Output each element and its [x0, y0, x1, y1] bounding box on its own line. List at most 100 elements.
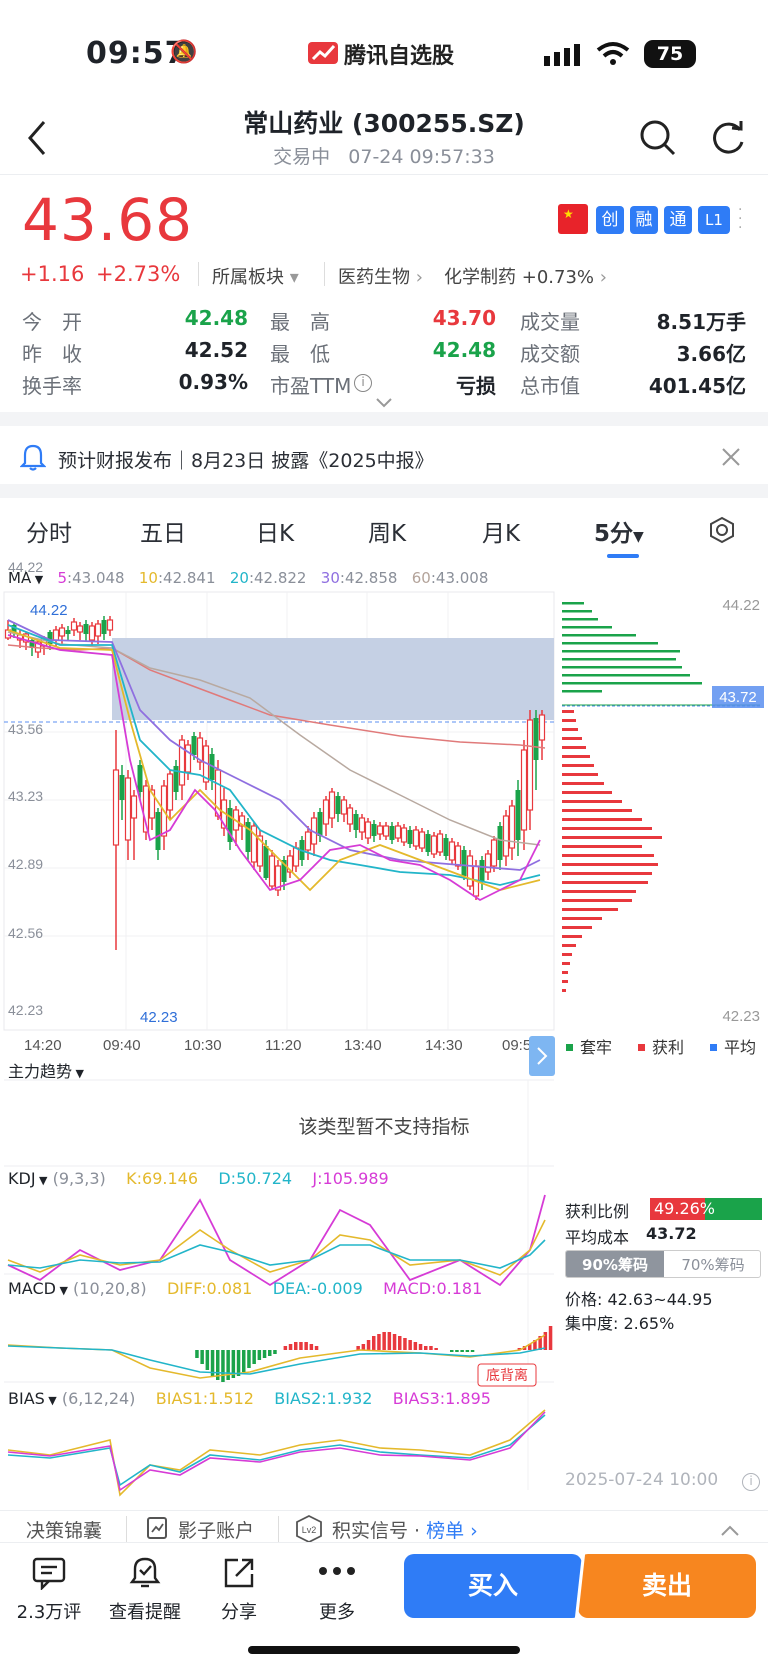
- bias1: BIAS1:1.512: [155, 1389, 254, 1408]
- profile-bar-trapped: [562, 674, 690, 677]
- badge-tong[interactable]: 通: [664, 206, 692, 234]
- profile-bar-trapped: [562, 690, 602, 693]
- candle-body: [454, 845, 462, 867]
- market-cap-label: 总市值: [520, 374, 580, 398]
- info-icon[interactable]: i: [354, 374, 372, 392]
- kdj-params: (9,3,3): [52, 1169, 106, 1188]
- chart-settings-button[interactable]: [708, 516, 736, 548]
- profit-ratio-value: 49.26%: [654, 1199, 716, 1218]
- macd-legend[interactable]: MACD ▼ (10,20,8) DIFF:0.081 DEA:-0.009 M…: [8, 1279, 482, 1298]
- close-notice-button[interactable]: [720, 446, 742, 472]
- profile-bar-profit: [562, 845, 642, 848]
- price-change: +1.16: [20, 262, 85, 286]
- sector-link-1[interactable]: 医药生物 ›: [338, 263, 423, 289]
- profile-bar-profit: [562, 935, 582, 938]
- candle-body: [328, 791, 336, 819]
- candle-body: [461, 850, 467, 876]
- candle-body: [484, 853, 492, 873]
- tab-5min[interactable]: 5分▼: [594, 514, 644, 548]
- profile-bar-profit: [562, 746, 586, 749]
- profile-bar-profit: [562, 971, 568, 974]
- more-label[interactable]: 更多: [292, 1598, 382, 1624]
- candle-body: [101, 620, 107, 634]
- candle-body: [76, 625, 84, 633]
- macd-hist-bar: [283, 1346, 288, 1350]
- sector-dropdown[interactable]: 所属板块 ▾: [212, 263, 299, 289]
- decision-link[interactable]: 决策锦囊: [26, 1516, 102, 1543]
- chip-percent-toggle[interactable]: 90%筹码 70%筹码: [565, 1250, 761, 1278]
- share-icon[interactable]: [222, 1556, 256, 1594]
- tab-five-day[interactable]: 五日: [140, 514, 186, 548]
- kdj-k-line: [7, 1219, 546, 1276]
- pe-value: 亏损: [456, 374, 496, 398]
- collapse-chevron-icon[interactable]: [720, 1522, 740, 1541]
- legend-trapped: 套牢: [580, 1039, 612, 1057]
- badge-chuang[interactable]: 创: [596, 206, 624, 234]
- profile-bar-trapped: [562, 618, 598, 621]
- macd-hist-bar: [372, 1336, 376, 1350]
- macd-hist-bar: [252, 1350, 256, 1364]
- main-force-dropdown[interactable]: 主力趋势 ▼: [8, 1058, 84, 1082]
- shadow-account-link[interactable]: 影子账户: [178, 1516, 254, 1543]
- sector-link-2[interactable]: 化学制药 +0.73% ›: [444, 263, 607, 289]
- macd-hist-bar: [424, 1346, 428, 1350]
- bias-legend[interactable]: BIAS ▼ (6,12,24) BIAS1:1.512 BIAS2:1.932…: [8, 1389, 491, 1408]
- chart-scroll-handle[interactable]: [529, 1036, 555, 1076]
- open-label: 今 开: [22, 310, 82, 334]
- buy-button[interactable]: 买入: [404, 1554, 582, 1618]
- candle-body: [124, 777, 132, 841]
- badge-l1[interactable]: L1: [698, 206, 730, 234]
- alert-bell-icon[interactable]: [128, 1554, 162, 1594]
- macd-hist-bar: [455, 1350, 459, 1352]
- candle-body: [364, 821, 372, 839]
- main-chart[interactable]: 44.22 43.56 43.23 42.89 42.56 42.23 44.2…: [0, 560, 768, 1520]
- high-label: 最 高: [270, 310, 330, 334]
- profile-bar-profit: [562, 890, 636, 893]
- candle-body: [490, 839, 498, 867]
- candle-body: [479, 860, 485, 882]
- comment-icon[interactable]: [32, 1556, 66, 1594]
- kdj-legend[interactable]: KDJ ▼ (9,3,3) K:69.146 D:50.724 J:105.98…: [8, 1169, 389, 1188]
- candle-body: [58, 627, 66, 637]
- search-icon: [640, 120, 676, 156]
- signal-link[interactable]: 积实信号 · 榜单 ›: [332, 1516, 478, 1543]
- earnings-notice[interactable]: 预计财报发布｜8月23日 披露《2025中报》: [58, 446, 434, 473]
- badge-rong[interactable]: 融: [630, 206, 658, 234]
- main-force-label: 主力趋势: [8, 1062, 73, 1081]
- macd-hist-bar: [366, 1340, 371, 1350]
- expand-chevron-icon[interactable]: [375, 394, 393, 413]
- tab-chip-90[interactable]: 90%筹码: [566, 1251, 664, 1277]
- tab-weekly-k[interactable]: 周K: [368, 514, 406, 548]
- chip-info-icon[interactable]: i: [742, 1473, 760, 1491]
- refresh-button[interactable]: [708, 118, 748, 162]
- candle-body: [346, 807, 354, 825]
- alert-label[interactable]: 查看提醒: [100, 1598, 190, 1624]
- macd-hist-bar: [403, 1338, 407, 1350]
- profile-bar-profit: [562, 854, 654, 857]
- more-dots-icon[interactable]: · · ·: [738, 203, 742, 235]
- sell-button[interactable]: 卖出: [578, 1554, 756, 1618]
- tab-monthly-k[interactable]: 月K: [482, 514, 520, 548]
- bias2: BIAS2:1.932: [274, 1389, 373, 1408]
- profile-bar-trapped: [562, 682, 702, 685]
- candle-body: [443, 838, 449, 856]
- app-name: 腾讯自选股: [344, 44, 455, 69]
- more-icon[interactable]: [318, 1562, 356, 1581]
- comment-count[interactable]: 2.3万评: [4, 1598, 94, 1624]
- bias1-line: [7, 1409, 546, 1497]
- tab-intraday[interactable]: 分时: [26, 514, 72, 548]
- tab-daily-k[interactable]: 日K: [256, 514, 294, 548]
- profile-bar-profit: [562, 737, 582, 740]
- ranking-link[interactable]: 榜单: [426, 1520, 464, 1542]
- status-bar: 09:57 🔕 腾讯自选股 75: [0, 0, 768, 100]
- market-cap-value: 401.45亿: [648, 374, 746, 398]
- home-indicator: [248, 1646, 520, 1654]
- candle-body: [155, 812, 161, 850]
- candle-body: [436, 833, 444, 853]
- macd-divergence-tag: 底背离: [486, 1367, 528, 1383]
- search-button[interactable]: [638, 118, 678, 162]
- macd-params: (10,20,8): [73, 1279, 147, 1298]
- tab-chip-70[interactable]: 70%筹码: [664, 1251, 760, 1277]
- share-label[interactable]: 分享: [194, 1598, 284, 1624]
- y-tick-6: 42.23: [8, 1002, 43, 1018]
